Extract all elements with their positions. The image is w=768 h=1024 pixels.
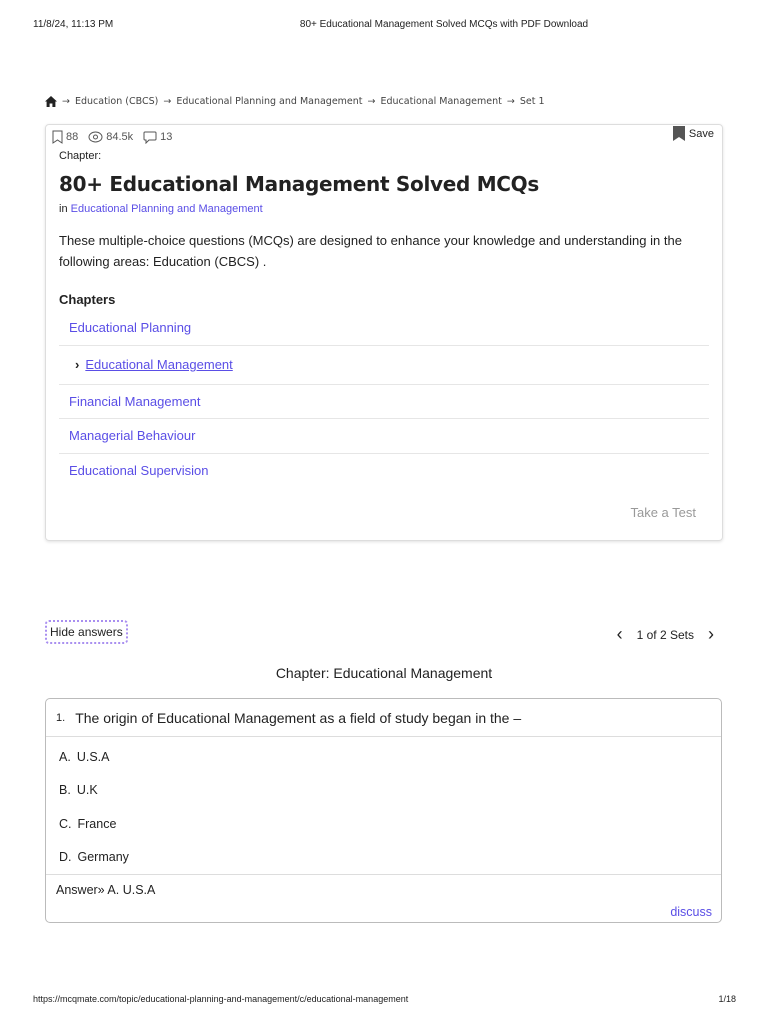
option[interactable]: B. U.K	[46, 774, 721, 808]
breadcrumb-item[interactable]: Education (CBCS)	[75, 96, 158, 107]
chapter-link[interactable]: Educational Supervision	[69, 463, 208, 478]
set-pager: ‹ 1 of 2 Sets ›	[617, 624, 714, 645]
eye-icon	[88, 131, 103, 143]
question-text: The origin of Educational Management as …	[75, 709, 522, 726]
chapters-heading: Chapters	[59, 292, 116, 307]
question-number: 1.	[56, 711, 66, 724]
breadcrumb-item[interactable]: Educational Planning and Management	[176, 96, 362, 107]
option[interactable]: A. U.S.A	[46, 740, 721, 774]
set-indicator: 1 of 2 Sets	[636, 627, 694, 642]
chapter-link[interactable]: Educational Planning	[69, 320, 191, 335]
comment-icon	[143, 131, 157, 144]
page-title: 80+ Educational Management Solved MCQs	[59, 172, 539, 196]
take-test-button[interactable]: Take a Test	[630, 505, 696, 520]
prev-set-icon[interactable]: ‹	[617, 624, 623, 645]
view-count: 84.5k	[88, 131, 133, 143]
breadcrumb-item[interactable]: Set 1	[520, 96, 545, 107]
discuss-link[interactable]: discuss	[670, 905, 712, 919]
chevron-right-icon: ›	[75, 357, 80, 372]
breadcrumb: → Education (CBCS) → Educational Planning …	[45, 96, 545, 107]
description: These multiple-choice questions (MCQs) a…	[59, 233, 682, 269]
home-icon[interactable]	[45, 96, 57, 107]
in-label: in	[59, 203, 68, 215]
question-card: 1. The origin of Educational Management a…	[45, 698, 722, 923]
print-url: https://mcqmate.com/topic/educational-pl…	[33, 994, 409, 1004]
chapter-link-current[interactable]: Educational Management	[85, 357, 232, 372]
chapter-link[interactable]: Managerial Behaviour	[69, 428, 195, 443]
option[interactable]: D. Germany	[46, 841, 721, 875]
topic-card: 88 84.5k 13 Save Chapter: 80+ Educationa…	[45, 124, 723, 541]
hide-answers-button[interactable]: Hide answers	[45, 620, 128, 644]
save-button[interactable]: Save	[672, 126, 714, 141]
chapter-label: Chapter:	[59, 150, 102, 162]
topic-link[interactable]: Educational Planning and Management	[71, 203, 263, 215]
bookmark-filled-icon	[672, 126, 685, 141]
bookmark-icon	[52, 130, 63, 144]
section-title: Chapter: Educational Management	[275, 665, 493, 681]
answer: Answer» A. U.S.A	[56, 883, 156, 897]
breadcrumb-item[interactable]: Educational Management	[381, 96, 502, 107]
option[interactable]: C. France	[46, 807, 721, 841]
chapter-link[interactable]: Financial Management	[69, 394, 201, 409]
print-page: 1/18	[718, 994, 736, 1004]
chapter-list: Educational Planning › Educational Manage…	[59, 311, 709, 488]
next-set-icon[interactable]: ›	[708, 624, 714, 645]
print-title: 80+ Educational Management Solved MCQs w…	[299, 19, 589, 30]
bookmark-count: 88	[52, 130, 78, 144]
comment-count: 13	[143, 131, 172, 144]
